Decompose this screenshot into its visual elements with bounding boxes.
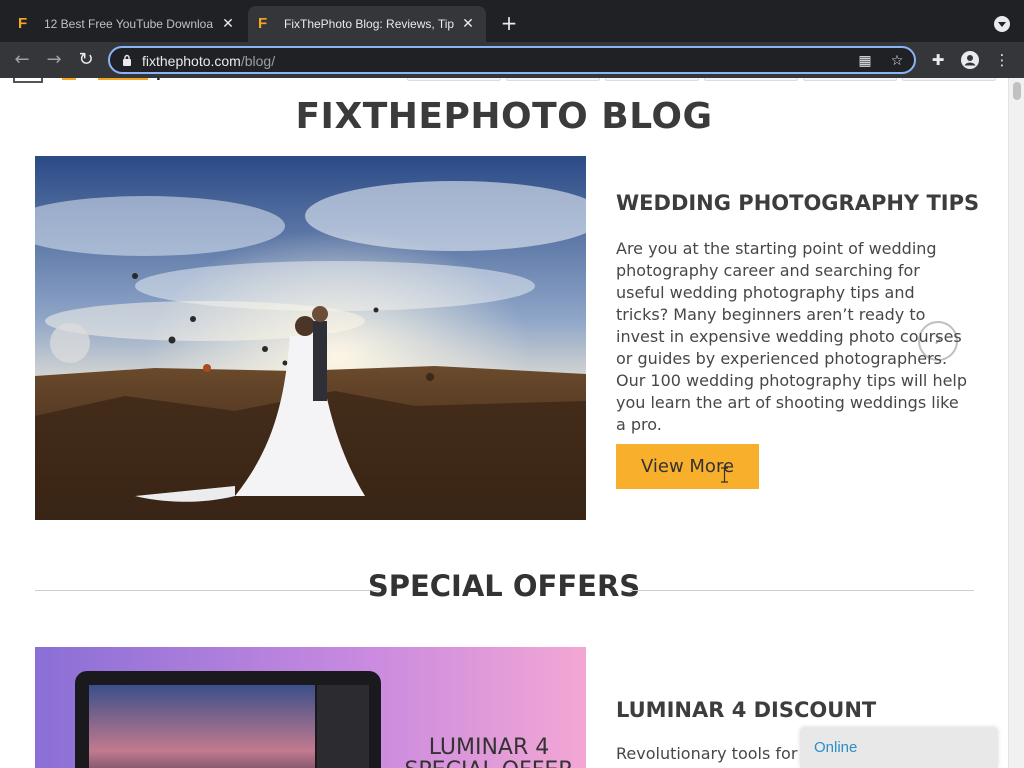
offer-excerpt: Revolutionary tools for re [616, 744, 819, 763]
browser-tab-bar: F 12 Best Free YouTube Downloa ✕ F FixTh… [0, 0, 1024, 42]
tab-fixthephoto-blog[interactable]: F FixThePhoto Blog: Reviews, Tip ✕ [248, 6, 486, 42]
bookmark-star-icon[interactable]: ☆ [888, 52, 906, 70]
lock-icon [123, 54, 131, 66]
section-title: SPECIAL OFFERS [367, 569, 641, 603]
tab-title: FixThePhoto Blog: Reviews, Tip [284, 17, 454, 31]
nav-menu-item[interactable] [407, 78, 501, 81]
forward-arrow-icon[interactable]: → [44, 50, 64, 70]
page-viewport: photo FIXTHEPHOTO BLOG [0, 78, 1008, 768]
svg-text:photo: photo [156, 78, 202, 81]
offer-image[interactable]: LUMINAR 4 SPECIAL OFFER [35, 647, 586, 768]
new-tab-button[interactable]: + [498, 12, 520, 34]
url-path: /blog/ [240, 53, 276, 69]
featured-post-title[interactable]: WEDDING PHOTOGRAPHY TIPS [616, 191, 979, 215]
url-host: fixthephoto.com [142, 53, 241, 69]
text-cursor-icon [721, 467, 728, 483]
slider-previous-button[interactable] [50, 323, 90, 363]
tab-youtube-downloaders[interactable]: F 12 Best Free YouTube Downloa ✕ [8, 6, 246, 42]
nav-menu-item[interactable] [605, 78, 699, 81]
browser-menu-icon[interactable]: ⋮ [992, 50, 1012, 70]
section-divider [630, 590, 974, 591]
tab-search-dropdown-icon[interactable] [994, 16, 1010, 32]
site-logo-icon[interactable]: photo [12, 78, 212, 88]
close-tab-icon[interactable]: ✕ [220, 16, 236, 32]
offer-image-line2: SPECIAL OFFER [404, 758, 573, 768]
site-favicon-icon: F [18, 15, 28, 32]
offer-image-line1: LUMINAR 4 [429, 735, 550, 760]
page-scrollbar[interactable] [1008, 78, 1024, 768]
qr-code-icon[interactable]: ▦ [856, 52, 874, 70]
site-favicon-icon: F [258, 15, 268, 32]
nav-menu-item[interactable] [803, 78, 897, 81]
browser-toolbar: ← → ↻ fixthephoto.com/blog/ ▦ ☆ ✚ ⋮ [0, 42, 1024, 78]
nav-menu-item[interactable] [902, 78, 996, 81]
back-arrow-icon[interactable]: ← [12, 50, 32, 70]
offer-title[interactable]: LUMINAR 4 DISCOUNT [616, 698, 876, 722]
extensions-puzzle-icon[interactable]: ✚ [928, 50, 948, 70]
tab-title: 12 Best Free YouTube Downloa [44, 17, 214, 31]
page-title: FIXTHEPHOTO BLOG [295, 96, 713, 137]
url-text: fixthephoto.com/blog/ [142, 53, 275, 69]
reload-icon[interactable]: ↻ [76, 50, 96, 70]
nav-menu-item[interactable] [704, 78, 798, 81]
scrollbar-thumb[interactable] [1013, 82, 1021, 100]
chat-status-label: Online [814, 739, 858, 756]
nav-menu-item[interactable] [506, 78, 600, 81]
live-chat-widget[interactable]: Online [800, 728, 998, 768]
site-header: photo [0, 78, 1008, 92]
featured-post-image[interactable] [35, 156, 586, 520]
profile-avatar-icon[interactable] [960, 50, 980, 70]
close-tab-icon[interactable]: ✕ [460, 16, 476, 32]
featured-post-excerpt: Are you at the starting point of wedding… [616, 239, 968, 434]
address-bar[interactable]: fixthephoto.com/blog/ ▦ ☆ [108, 46, 916, 74]
view-more-button[interactable]: View More [616, 444, 759, 489]
